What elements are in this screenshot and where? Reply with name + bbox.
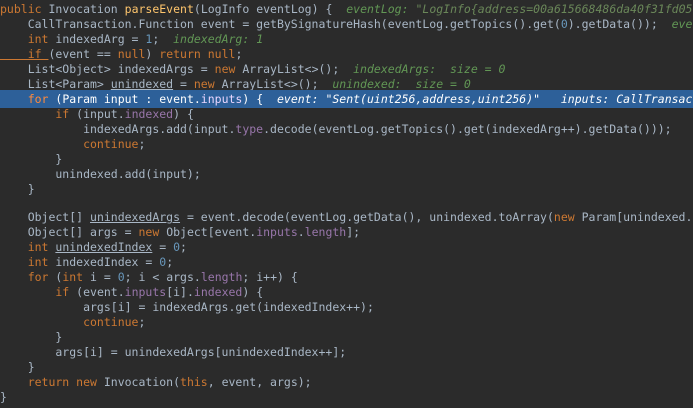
- code-text: ArrayList<>();: [221, 77, 333, 91]
- code-text: ).getData());: [567, 17, 672, 31]
- code-text: ;: [166, 255, 174, 269]
- keyword: new: [193, 77, 222, 91]
- inline-debug-hint: indexedArg: 1: [173, 32, 264, 46]
- code-text: ; i < args.: [124, 270, 201, 284]
- code-text: unindexed.add(input);: [0, 167, 201, 181]
- field-reference: inputs: [124, 285, 167, 299]
- code-text: Param[unindexed.size()]));: [581, 210, 693, 224]
- code-text: , event, args);: [207, 375, 312, 389]
- field-reference: indexed: [193, 285, 243, 299]
- variable-reassigned: unindexedArgs: [90, 210, 181, 224]
- keyword: if: [0, 285, 77, 299]
- code-text: ];: [346, 225, 361, 239]
- code-text: }: [0, 390, 7, 404]
- code-text: indexedArg =: [55, 32, 146, 46]
- code-text: (event ==: [48, 47, 118, 61]
- code-text: ;: [152, 32, 174, 46]
- number-literal: 0: [117, 270, 125, 284]
- keyword: null: [117, 47, 146, 61]
- code-text: Object[event.: [166, 225, 257, 239]
- code-text: Invocation(: [103, 375, 181, 389]
- code-text: List<Object> indexedArgs =: [0, 62, 215, 76]
- keyword: for: [0, 270, 56, 284]
- keyword: int: [62, 270, 91, 284]
- code-text: args[i] = indexedArgs.get(indexedIndex++…: [0, 300, 374, 314]
- code-text: }: [0, 360, 35, 374]
- keyword: int: [0, 240, 56, 254]
- code-text: ;: [235, 47, 243, 61]
- inline-debug-hint: unindexed: size = 0: [332, 77, 471, 91]
- code-text: args[i] = unindexedArgs[unindexedIndex++…: [0, 345, 347, 359]
- inline-debug-hint-label: eventLog:: [346, 2, 416, 16]
- keyword: if: [0, 107, 77, 121]
- field-reference: length: [304, 225, 347, 239]
- inline-debug-hint: indexedArgs: size = 0: [353, 62, 506, 76]
- field-reference: indexed: [124, 107, 174, 121]
- code-text: }: [0, 330, 63, 344]
- code-text: .: [297, 225, 305, 239]
- code-text: CallTransaction.Function event = getBySi…: [0, 17, 561, 31]
- code-text: ) {: [173, 107, 194, 121]
- code-editor[interactable]: public Invocation parseEvent(LogInfo eve…: [0, 0, 693, 408]
- method-signature: (LogInfo eventLog) {: [193, 2, 347, 16]
- code-text: ; i++) {: [242, 270, 298, 284]
- field-reference: type: [235, 122, 264, 136]
- code-text: indexedIndex =: [55, 255, 160, 269]
- code-line-27[interactable]: }: [0, 388, 693, 406]
- keyword-public: public: [0, 2, 49, 16]
- code-text: ;: [138, 315, 146, 329]
- number-literal: 0: [173, 240, 181, 254]
- code-text: ;: [180, 240, 187, 254]
- keyword: if: [0, 47, 49, 61]
- field-reference: inputs: [200, 92, 243, 106]
- variable-reassigned: unindexed: [110, 77, 174, 91]
- code-text: ;: [138, 137, 146, 151]
- keyword: this: [180, 375, 208, 389]
- inline-debug-hint-value: "Sent(uint256,address,uint256)": [325, 92, 541, 106]
- keyword: for: [0, 92, 56, 106]
- inline-debug-hint-label: event:: [276, 92, 326, 106]
- keyword: new: [214, 62, 243, 76]
- code-text: ) {: [242, 285, 264, 299]
- code-text: Object[]: [0, 210, 91, 224]
- inline-debug-hint-label: inputs:: [540, 92, 617, 106]
- keyword: continue: [0, 315, 139, 329]
- keyword: new: [553, 210, 582, 224]
- keyword: return null: [159, 47, 236, 61]
- number-literal: 0: [560, 17, 568, 31]
- keyword: int: [0, 255, 56, 269]
- return-type: Invocation: [48, 2, 125, 16]
- code-text: }: [0, 182, 35, 196]
- field-reference: inputs: [256, 225, 298, 239]
- keyword: int: [0, 32, 56, 46]
- code-text: ) {: [242, 92, 277, 106]
- code-text: (event.: [76, 285, 125, 299]
- keyword: new: [138, 225, 167, 239]
- inline-debug-hint: event: "Sent(ui...: [671, 17, 693, 31]
- code-text: = event.decode(eventLog.getData(), unind…: [180, 210, 554, 224]
- code-text: }: [0, 152, 63, 166]
- code-text: =: [173, 77, 194, 91]
- code-text: List<Param>: [0, 77, 111, 91]
- code-text: (Param input : event.: [55, 92, 201, 106]
- inline-debug-hint-value: CallTransaction$Param[3]...: [616, 92, 693, 106]
- code-text: [i].: [166, 285, 194, 299]
- code-text: i =: [90, 270, 118, 284]
- field-reference: length: [200, 270, 243, 284]
- code-text: .decode(eventLog.getTopics().get(indexed…: [263, 122, 672, 136]
- keyword: continue: [0, 137, 139, 151]
- code-text: (input.: [76, 107, 125, 121]
- code-text: ): [145, 47, 160, 61]
- code-text: =: [152, 240, 174, 254]
- code-text: Object[] args =: [0, 225, 139, 239]
- keyword: return new: [0, 375, 104, 389]
- code-text: ArrayList<>();: [242, 62, 354, 76]
- method-name: parseEvent: [124, 2, 194, 16]
- inline-debug-hint-value: "LogInfo{address=00a615668486da40f31fd05…: [415, 2, 693, 16]
- code-text: indexedArgs.add(input.: [0, 122, 236, 136]
- variable-reassigned: unindexedIndex: [55, 240, 153, 254]
